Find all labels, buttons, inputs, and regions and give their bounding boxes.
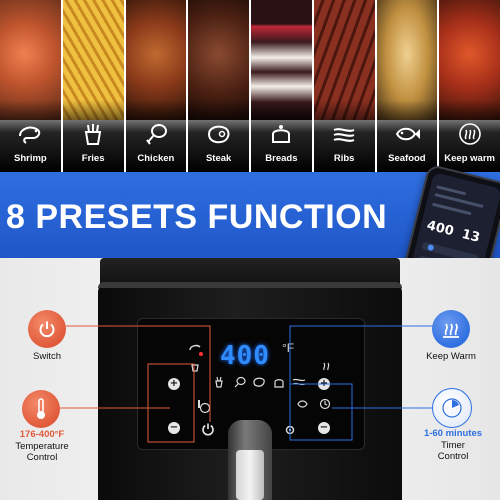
product-infographic: Shrimp Fries Chicken Steak Breads Ribs S…	[0, 0, 500, 500]
callout-connectors	[60, 325, 440, 443]
keep-warm-callout-badge	[432, 310, 470, 348]
power-icon	[39, 321, 55, 338]
temperature-callout-badge	[22, 390, 60, 428]
temperature-range: 176-400°F	[19, 429, 65, 440]
steam-icon	[443, 323, 459, 338]
temperature-label-line1: Temperature	[15, 441, 69, 452]
timer-label-line1: Timer	[441, 440, 465, 451]
timer-label-line2: Control	[437, 451, 469, 462]
timer-icon	[442, 398, 462, 418]
temperature-label-line2: Control	[26, 452, 58, 463]
keep-warm-label: Keep Warm	[426, 351, 476, 362]
switch-label: Switch	[33, 351, 61, 362]
timer-range: 1-60 minutes	[423, 428, 483, 439]
timer-callout-badge	[432, 388, 472, 428]
switch-callout-badge	[28, 310, 66, 348]
thermometer-icon	[37, 398, 45, 419]
